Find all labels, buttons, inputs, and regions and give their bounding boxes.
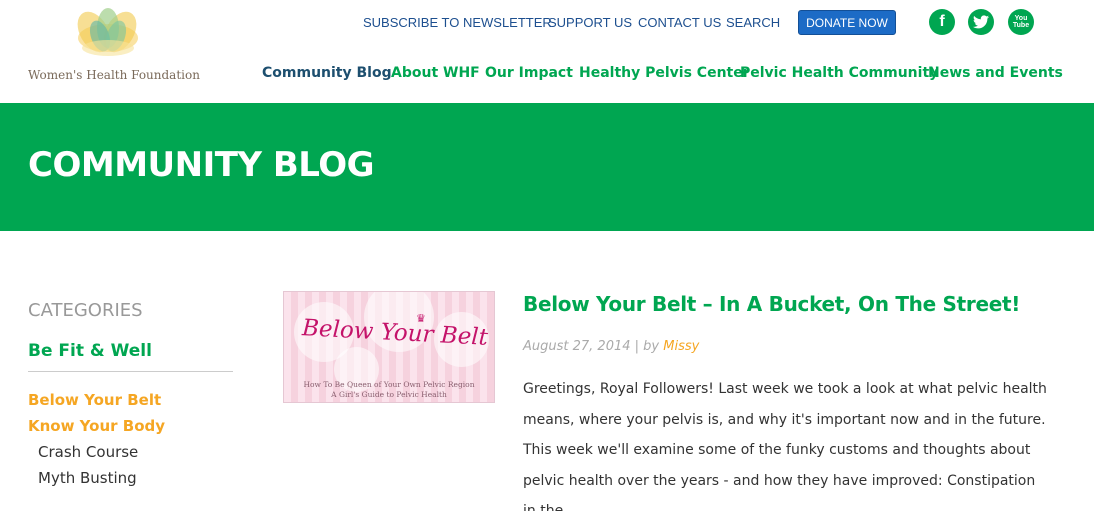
- contact-link[interactable]: CONTACT US: [638, 15, 721, 30]
- page-title: COMMUNITY BLOG: [28, 145, 375, 185]
- thumb-subtitle-1: How To Be Queen of Your Own Pelvic Regio…: [303, 380, 475, 389]
- category-below-your-belt[interactable]: Below Your Belt: [28, 390, 233, 416]
- post-title[interactable]: Below Your Belt – In A Bucket, On The St…: [523, 292, 1053, 316]
- sidebar-divider: [28, 371, 233, 372]
- facebook-glyph: f: [939, 13, 945, 30]
- search-link[interactable]: SEARCH: [726, 15, 780, 30]
- category-be-fit-well[interactable]: Be Fit & Well: [28, 341, 233, 361]
- thumb-subtitle-2: A Girl's Guide to Pelvic Health: [331, 390, 447, 399]
- post-excerpt: Greetings, Royal Followers! Last week we…: [523, 381, 1047, 511]
- category-crash-course[interactable]: Crash Course: [28, 442, 233, 468]
- post-thumbnail[interactable]: ♛ Below Your Belt How To Be Queen of You…: [283, 291, 495, 403]
- nav-community-blog[interactable]: Community Blog: [262, 65, 392, 81]
- twitter-bird-icon: [973, 15, 989, 29]
- flower-logo-icon: [77, 8, 138, 56]
- donate-button[interactable]: DONATE NOW: [798, 10, 896, 35]
- category-list: Below Your Belt Know Your Body Crash Cou…: [28, 390, 233, 494]
- blog-post: Below Your Belt – In A Bucket, On The St…: [523, 292, 1053, 511]
- nav-pelvic-health-community[interactable]: Pelvic Health Community: [740, 65, 938, 81]
- youtube-icon[interactable]: You Tube: [1008, 9, 1034, 35]
- youtube-text-2: Tube: [1012, 22, 1030, 29]
- twitter-icon[interactable]: [968, 9, 994, 35]
- subscribe-link[interactable]: SUBSCRIBE TO NEWSLETTER: [363, 15, 552, 30]
- category-myth-busting[interactable]: Myth Busting: [28, 468, 233, 494]
- site-header: Women's Health Foundation SUBSCRIBE TO N…: [0, 0, 1094, 103]
- post-meta: August 27, 2014 | by Missy: [523, 339, 1053, 354]
- nav-healthy-pelvis-center[interactable]: Healthy Pelvis Center: [579, 65, 750, 81]
- nav-about-whf[interactable]: About WHF: [391, 65, 480, 81]
- page-banner: COMMUNITY BLOG: [0, 103, 1094, 231]
- categories-heading: CATEGORIES: [28, 300, 143, 321]
- facebook-icon[interactable]: f: [929, 9, 955, 35]
- nav-our-impact[interactable]: Our Impact: [485, 65, 573, 81]
- nav-news-and-events[interactable]: News and Events: [928, 65, 1063, 81]
- categories-sidebar: CATEGORIES Be Fit & Well Below Your Belt…: [28, 300, 233, 494]
- main-nav: Community Blog About WHF Our Impact Heal…: [0, 65, 1094, 83]
- support-link[interactable]: SUPPORT US: [548, 15, 632, 30]
- youtube-text-1: You: [1014, 15, 1028, 22]
- post-author[interactable]: Missy: [663, 339, 699, 354]
- post-date: August 27, 2014: [523, 339, 631, 354]
- post-meta-separator: | by: [634, 339, 660, 354]
- category-know-your-body[interactable]: Know Your Body: [28, 416, 233, 442]
